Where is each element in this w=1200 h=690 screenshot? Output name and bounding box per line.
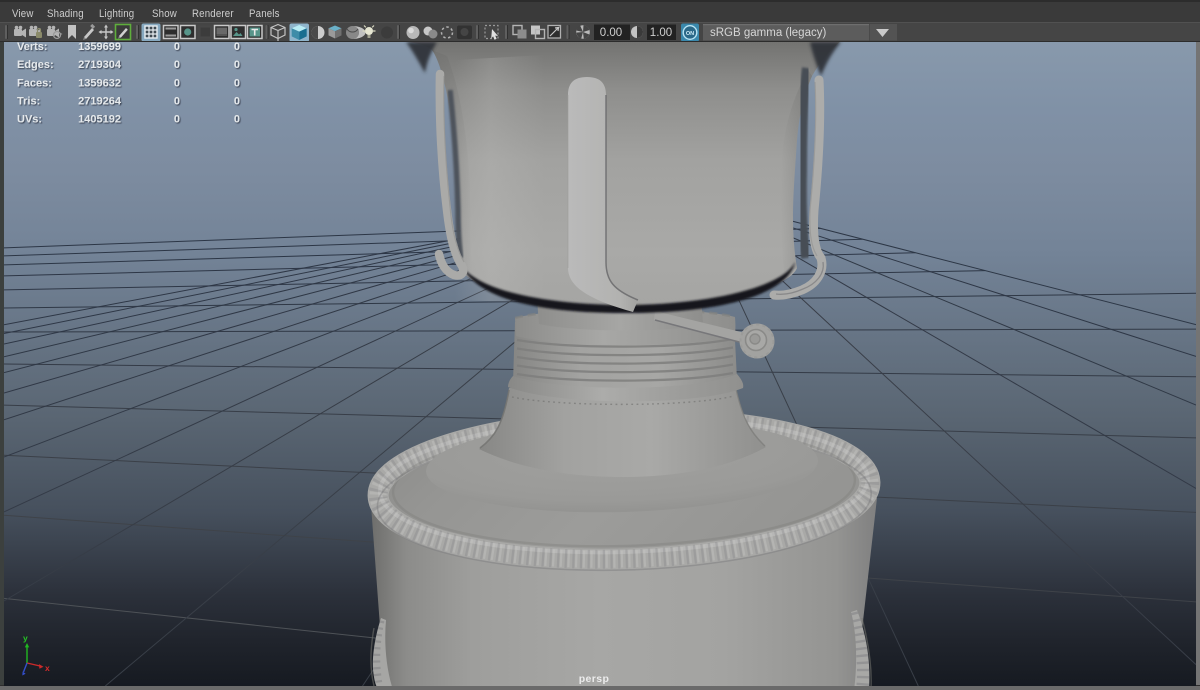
svg-text:1359699: 1359699 (78, 42, 121, 53)
svg-text:sRGB gamma (legacy): sRGB gamma (legacy) (710, 27, 826, 39)
svg-text:0: 0 (174, 42, 180, 53)
svg-text:Verts:: Verts: (17, 42, 48, 53)
svg-text:0: 0 (234, 42, 240, 53)
svg-text:x: x (45, 663, 50, 673)
svg-text:0: 0 (174, 96, 180, 108)
svg-text:0: 0 (174, 114, 180, 126)
svg-text:0: 0 (234, 96, 240, 108)
svg-text:ON: ON (686, 31, 694, 37)
svg-text:2719304: 2719304 (78, 59, 122, 71)
svg-text:0: 0 (174, 78, 180, 90)
svg-text:y: y (23, 633, 28, 643)
svg-text:0.00: 0.00 (600, 27, 622, 39)
svg-text:2719264: 2719264 (78, 96, 122, 108)
svg-text:1359632: 1359632 (78, 78, 121, 90)
svg-text:0: 0 (234, 59, 240, 71)
svg-text:persp: persp (579, 673, 610, 685)
svg-text:Edges:: Edges: (17, 59, 54, 71)
svg-text:0: 0 (174, 59, 180, 71)
svg-text:0: 0 (234, 114, 240, 126)
svg-text:1405192: 1405192 (78, 114, 121, 126)
svg-text:UVs:: UVs: (17, 114, 42, 126)
svg-text:1.00: 1.00 (650, 27, 672, 39)
svg-text:0: 0 (234, 78, 240, 90)
svg-text:Tris:: Tris: (17, 96, 40, 108)
svg-text:Faces:: Faces: (17, 78, 52, 90)
